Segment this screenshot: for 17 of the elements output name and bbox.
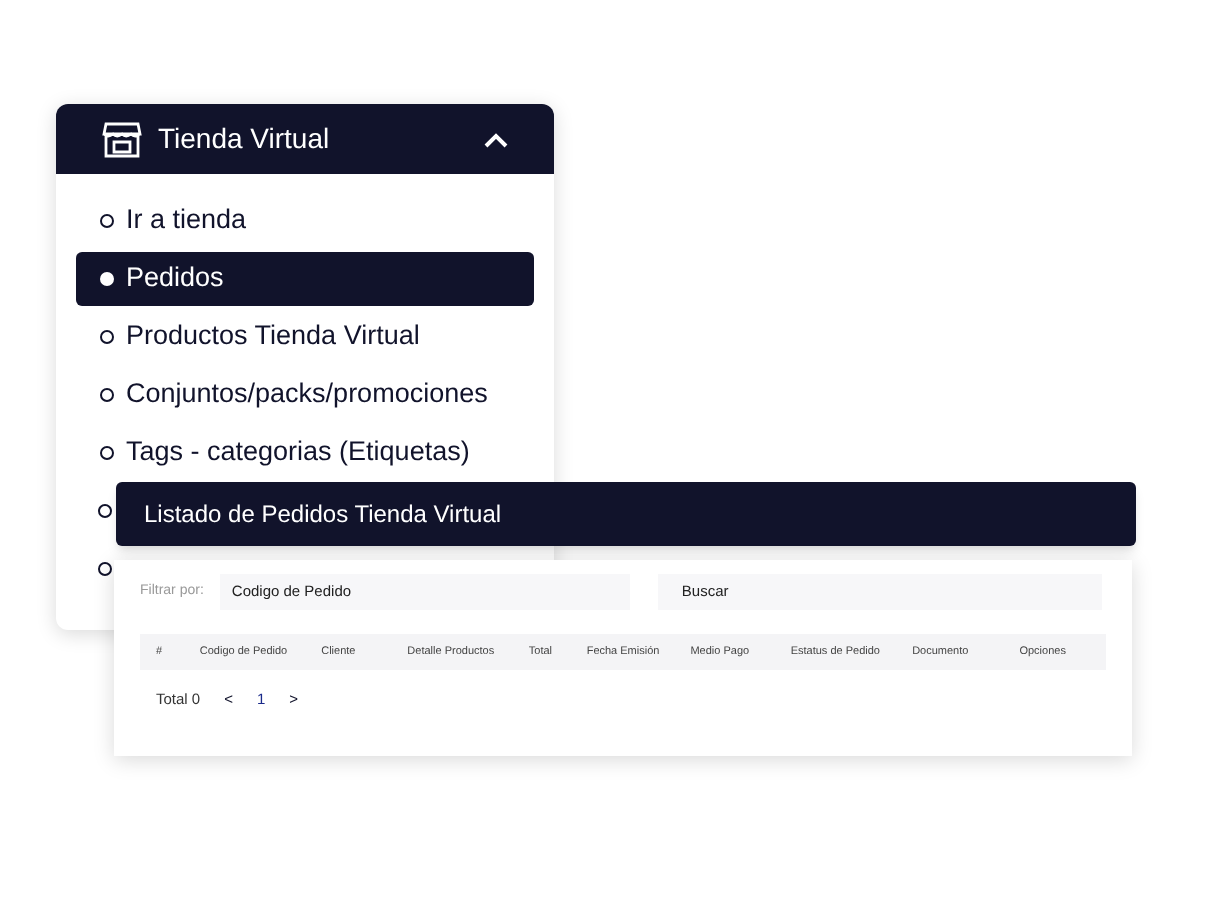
bullet-icon — [98, 504, 112, 518]
menu-item[interactable]: Ir a tienda — [76, 194, 534, 248]
menu-item[interactable]: Productos Tienda Virtual — [76, 310, 534, 364]
bullet-icon — [100, 214, 114, 228]
menu-item[interactable]: Pedidos — [76, 252, 534, 306]
menu-header[interactable]: Tienda Virtual — [56, 104, 554, 174]
panel-title: Listado de Pedidos Tienda Virtual — [144, 498, 502, 532]
chevron-up-icon[interactable] — [484, 131, 508, 147]
bullet-icon — [98, 562, 112, 576]
storefront-icon — [102, 121, 142, 157]
menu-title: Tienda Virtual — [158, 120, 332, 158]
menu-item[interactable]: Conjuntos/packs/promociones — [76, 368, 534, 422]
menu-item[interactable]: Tags - categorias (Etiquetas) — [76, 426, 534, 480]
bullet-icon — [100, 388, 114, 402]
bullet-icon — [100, 446, 114, 460]
bullet-icon — [100, 272, 114, 286]
bullet-icon — [100, 330, 114, 344]
